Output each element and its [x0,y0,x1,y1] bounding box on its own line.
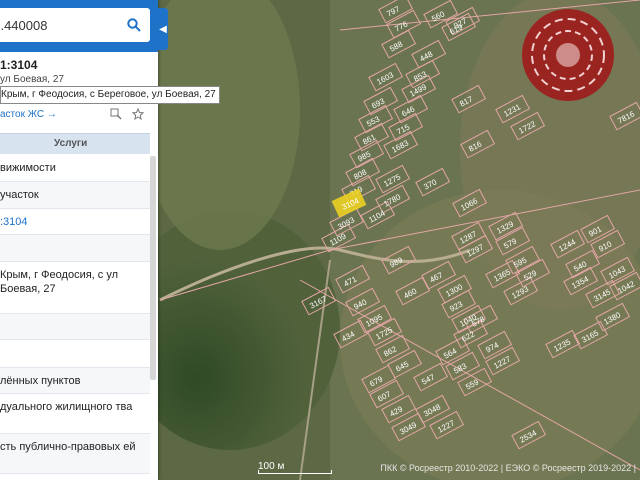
favorite-star-icon[interactable] [132,108,144,120]
address-short: ул Боевая, 27 [0,74,64,85]
info-row: Крым, г Феодосия, с ул Боевая, 27 [0,262,150,314]
search-icon [127,18,141,32]
info-row [0,235,150,262]
info-row: дуального жилищного тва [0,394,150,434]
scale-bar [258,470,332,474]
tab-services[interactable]: Услуги [54,138,87,149]
map-copyright: ПКК © Росреестр 2010-2022 | ЕЭКО © Росре… [380,463,636,473]
search-bar [0,0,158,52]
panel-tabs: Услуги [0,133,150,154]
info-row [0,314,150,340]
info-row [0,340,150,368]
search-button[interactable] [118,8,150,42]
zoom-to-icon[interactable] [110,108,122,120]
info-row: сть публично-правовых ей [0,434,150,474]
info-row: участок [0,182,150,209]
info-row: вижимости [0,155,150,182]
info-rows: вижимости участок:3104 Крым, г Феодосия, с… [0,155,150,474]
collapse-arrow-icon: ◀ [159,23,167,35]
collapse-panel-button[interactable]: ◀ [158,8,168,50]
address-tooltip: Крым, г Феодосия, с Береговое, ул Боевая… [0,86,220,104]
info-panel: 1:3104 ул Боевая, 27 асток ЖС → Услуги в… [0,0,158,480]
cadastral-number: 1:3104 [0,58,38,72]
info-row[interactable]: :3104 [0,209,150,235]
scrollbar[interactable] [150,156,156,380]
ekko-logo-icon [522,9,614,101]
info-row: лённых пунктов [0,368,150,394]
